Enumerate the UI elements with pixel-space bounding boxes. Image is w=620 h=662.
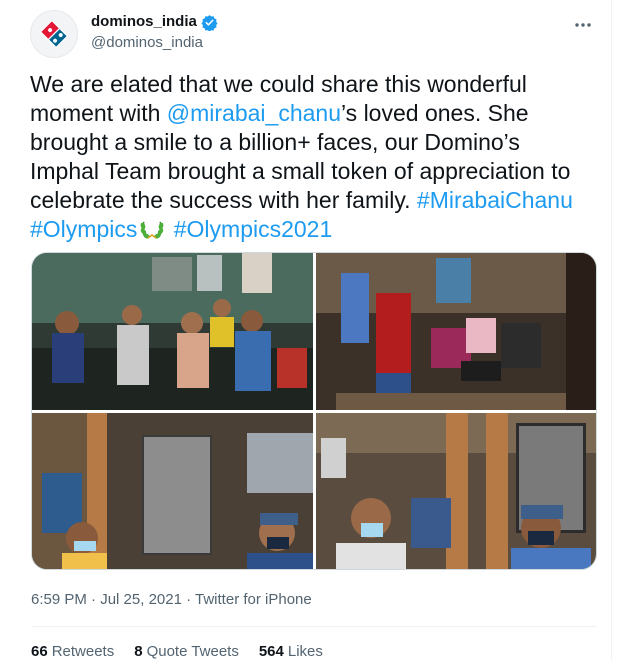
meta-separator: ·: [86, 591, 101, 608]
likes-label: Likes: [287, 643, 323, 660]
media-grid: [31, 252, 597, 570]
likes-count: 564: [258, 643, 284, 660]
retweets-label: Retweets: [51, 643, 115, 660]
quotes-label: Quote Tweets: [146, 643, 239, 660]
laurel-wreath-icon: [140, 221, 164, 239]
more-horizontal-icon: [575, 23, 591, 27]
quotes-count: 8: [134, 643, 143, 660]
divider: [31, 626, 597, 627]
dominos-logo-icon: [39, 19, 69, 49]
tweet-stats: 66 Retweets 8 Quote Tweets 564 Likes: [31, 642, 323, 662]
likes-stat[interactable]: 564 Likes: [259, 642, 323, 662]
more-options-button[interactable]: [566, 8, 600, 42]
display-name-row[interactable]: dominos_india: [91, 12, 218, 32]
tweet-date-link[interactable]: Jul 25, 2021: [100, 591, 182, 608]
tweet-header: dominos_india @dominos_india: [30, 8, 600, 58]
tweet-source-link[interactable]: Twitter for iPhone: [195, 591, 312, 608]
tweet-text: We are elated that we could share this w…: [30, 70, 590, 244]
tweet-card: dominos_india @dominos_india We are elat…: [0, 0, 612, 660]
mention-link[interactable]: @mirabai_chanu: [167, 100, 341, 126]
tweet-meta: 6:59 PM · Jul 25, 2021 · Twitter for iPh…: [31, 590, 312, 610]
hashtag-link[interactable]: #MirabaiChanu: [417, 187, 573, 213]
retweets-stat[interactable]: 66 Retweets: [31, 642, 114, 662]
quote-tweets-stat[interactable]: 8 Quote Tweets: [134, 642, 239, 662]
tweet-time-link[interactable]: 6:59 PM: [31, 591, 87, 608]
photo-team-with-gifts[interactable]: [316, 253, 596, 410]
display-name[interactable]: dominos_india: [91, 12, 197, 32]
meta-separator: ·: [181, 591, 196, 608]
hashtag-link[interactable]: #Olympics: [30, 216, 137, 242]
verified-badge-icon: [201, 14, 218, 31]
photo-two-men-portrait[interactable]: [316, 413, 596, 569]
photo-family-gathering[interactable]: [32, 253, 313, 410]
avatar[interactable]: [30, 10, 78, 58]
hashtag-link[interactable]: #Olympics2021: [174, 216, 333, 242]
retweets-count: 66: [31, 643, 48, 660]
photo-woman-and-man-portrait[interactable]: [32, 413, 313, 569]
author-names: dominos_india @dominos_india: [91, 12, 218, 53]
handle[interactable]: @dominos_india: [91, 33, 218, 53]
